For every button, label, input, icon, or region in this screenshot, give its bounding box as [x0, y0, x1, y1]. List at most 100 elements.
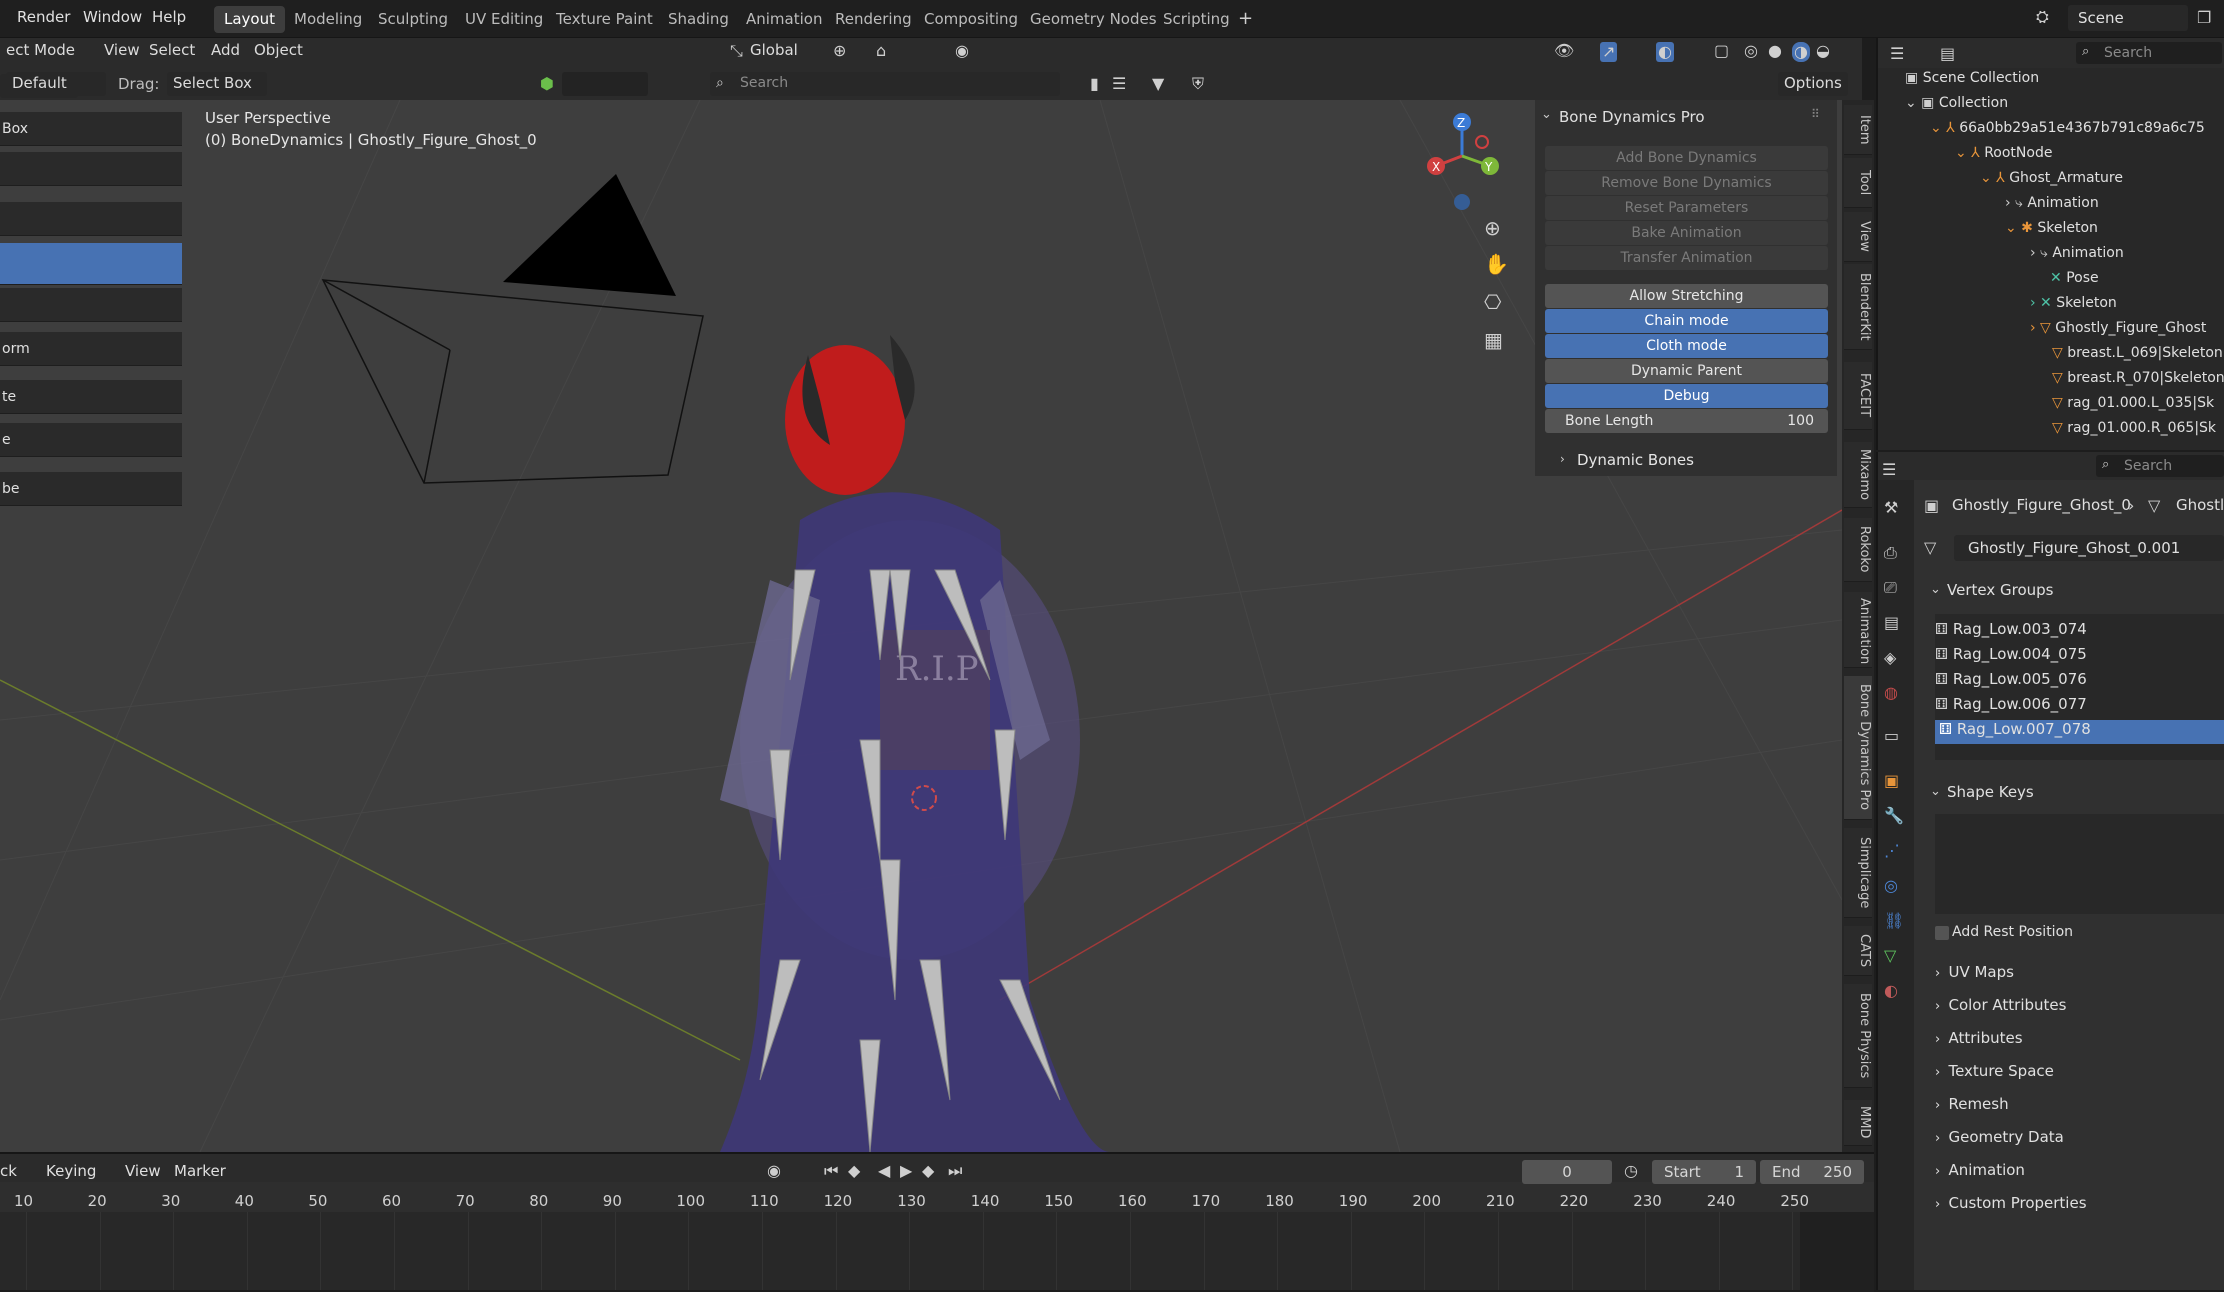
orientation-default-dropdown[interactable]: Default: [6, 72, 106, 96]
display-mode-icon[interactable]: ☰: [1112, 76, 1126, 92]
chevron-down-icon[interactable]: ⌄: [1930, 785, 1941, 798]
timeline-menu-view[interactable]: View: [125, 1162, 161, 1180]
outliner-row-scene-collection[interactable]: ▣ Scene Collection: [1905, 70, 2039, 95]
mesh-data-properties-icon[interactable]: ▽: [1884, 948, 1896, 964]
tab-rokoko[interactable]: Rokoko: [1844, 518, 1872, 582]
outliner-row-breast-r[interactable]: ▽ breast.R_070|Skeleton: [2052, 370, 2224, 395]
physics-properties-icon[interactable]: ◎: [1884, 878, 1898, 894]
panel-geometry-data[interactable]: › Geometry Data: [1935, 1128, 2064, 1158]
play-icon[interactable]: ▶: [900, 1163, 912, 1179]
camera-view-icon[interactable]: ⎔: [1484, 292, 1501, 312]
snap-icon[interactable]: ⌂: [876, 43, 886, 59]
cloth-mode-toggle[interactable]: Cloth mode: [1545, 334, 1828, 358]
object-properties-icon[interactable]: ▣: [1884, 773, 1899, 789]
shape-keys-header[interactable]: Shape Keys: [1947, 783, 2034, 801]
outliner-row-breast-l[interactable]: ▽ breast.L_069|Skeleton: [2052, 345, 2223, 370]
tab-layout[interactable]: Layout: [214, 6, 285, 33]
left-panel-item-1[interactable]: [0, 152, 182, 186]
panel-custom-properties[interactable]: › Custom Properties: [1935, 1194, 2087, 1224]
left-panel-item-7[interactable]: e: [0, 423, 182, 457]
tab-mmd[interactable]: MMD: [1844, 1100, 1872, 1146]
tab-shading[interactable]: Shading: [658, 6, 739, 33]
tab-faceit[interactable]: FACEIT: [1844, 362, 1872, 430]
outliner-row-animation[interactable]: › ⤷ Animation: [2005, 195, 2099, 220]
allow-stretching-toggle[interactable]: Allow Stretching: [1545, 284, 1828, 308]
tab-simplicage[interactable]: Simplicage: [1844, 828, 1872, 918]
xray-icon[interactable]: ▢: [1714, 43, 1729, 59]
gizmo-icon[interactable]: ↗: [1600, 42, 1618, 62]
transfer-animation-button[interactable]: Transfer Animation: [1545, 246, 1828, 270]
filter-icon[interactable]: ▼: [1152, 76, 1164, 92]
viewport-search-input[interactable]: ⌕ Search: [710, 72, 1060, 96]
scene-icon[interactable]: ⛭: [2036, 9, 2049, 25]
menu-help[interactable]: Help: [152, 8, 186, 26]
tab-texture-paint[interactable]: Texture Paint: [546, 6, 663, 33]
properties-editor-type-icon[interactable]: ☰: [1882, 462, 1896, 478]
outliner-display-mode-icon[interactable]: ▤: [1940, 46, 1955, 62]
vertex-groups-header[interactable]: Vertex Groups: [1947, 581, 2053, 599]
left-panel-item-4[interactable]: [0, 288, 182, 322]
left-panel-item-8[interactable]: be: [0, 472, 182, 506]
tab-uv-editing[interactable]: UV Editing: [455, 6, 553, 33]
outliner-row-root-empty[interactable]: ⌄ ⅄ 66a0bb29a51e4367b791c89a6c75: [1930, 120, 2205, 145]
next-keyframe-icon[interactable]: ◆: [922, 1163, 934, 1179]
drag-handle-icon[interactable]: ⠿: [1811, 108, 1820, 120]
panel-texture-space[interactable]: › Texture Space: [1935, 1062, 2054, 1092]
outliner-search-input[interactable]: ⌕ Search: [2076, 42, 2222, 64]
tab-cats[interactable]: CATS: [1844, 926, 1872, 976]
jump-end-icon[interactable]: ⏭: [948, 1163, 962, 1179]
chevron-down-icon[interactable]: ⌄: [1541, 108, 1552, 121]
menu-object[interactable]: Object: [248, 39, 309, 63]
panel-animation[interactable]: › Animation: [1935, 1161, 2025, 1191]
add-bone-dynamics-button[interactable]: Add Bone Dynamics: [1545, 146, 1828, 170]
outliner-row-ghost-armature[interactable]: ⌄ ⅄ Ghost_Armature: [1980, 170, 2123, 195]
properties-search-input[interactable]: ⌕ Search: [2096, 455, 2224, 477]
tab-sculpting[interactable]: Sculpting: [368, 6, 458, 33]
shield-icon[interactable]: ⛨: [1192, 76, 1204, 92]
timeline-menu-keying[interactable]: Keying: [46, 1162, 96, 1180]
collection-properties-icon[interactable]: ▭: [1884, 728, 1899, 744]
remove-bone-dynamics-button[interactable]: Remove Bone Dynamics: [1545, 171, 1828, 195]
dynamic-bones-subpanel[interactable]: Dynamic Bones: [1577, 451, 1694, 469]
chevron-down-icon[interactable]: ⌄: [1930, 583, 1941, 596]
mesh-name-field[interactable]: Ghostly_Figure_Ghost_0.001: [1954, 535, 2224, 561]
mesh-data-selector-icon[interactable]: ▽: [1924, 540, 1936, 556]
tab-blenderkit[interactable]: BlenderKit: [1844, 264, 1872, 350]
menu-render[interactable]: Render: [17, 8, 70, 26]
overlay-icon[interactable]: ◐: [1656, 42, 1674, 62]
outliner-row-skeleton-animation[interactable]: › ⤷ Animation: [2030, 245, 2124, 270]
rendered-shading-icon[interactable]: ◒: [1816, 43, 1830, 59]
start-frame-field[interactable]: Start 1: [1652, 1160, 1756, 1184]
visibility-icon[interactable]: 👁: [1554, 43, 1574, 59]
object-type-visibility-icon[interactable]: ⬢: [540, 76, 554, 92]
transform-orientation-dropdown[interactable]: Global: [744, 39, 804, 63]
panel-remesh[interactable]: › Remesh: [1935, 1095, 2009, 1125]
menu-add[interactable]: Add: [205, 39, 246, 63]
wireframe-shading-icon[interactable]: ◎: [1744, 43, 1758, 59]
world-properties-icon[interactable]: ◍: [1884, 685, 1898, 701]
modifier-properties-icon[interactable]: 🔧: [1884, 808, 1904, 824]
navigation-gizmo[interactable]: Z X Y: [1418, 106, 1508, 216]
bookmark-icon[interactable]: ▮: [1090, 76, 1099, 92]
outliner-editor-type-icon[interactable]: ☰: [1890, 46, 1904, 62]
bake-animation-button[interactable]: Bake Animation: [1545, 221, 1828, 245]
tab-bone-physics[interactable]: Bone Physics: [1844, 984, 1872, 1088]
3d-viewport[interactable]: R.I.P User Perspective (0) BoneDynamics …: [0, 100, 1842, 1152]
left-panel-item-active[interactable]: [0, 243, 182, 285]
dynamic-parent-toggle[interactable]: Dynamic Parent: [1545, 359, 1828, 383]
left-panel-item-2[interactable]: [0, 202, 182, 236]
tab-animation-side[interactable]: Animation: [1844, 592, 1872, 668]
options-dropdown[interactable]: Options: [1778, 72, 1848, 96]
constraints-properties-icon[interactable]: ⛓: [1884, 913, 1904, 929]
outliner-row-ghostly-figure[interactable]: › ▽ Ghostly_Figure_Ghost: [2030, 320, 2206, 345]
tab-mixamo[interactable]: Mixamo: [1844, 442, 1872, 508]
chevron-right-icon[interactable]: ›: [1560, 453, 1565, 465]
mode-selector[interactable]: ect Mode: [0, 39, 82, 63]
tab-compositing[interactable]: Compositing: [914, 6, 1028, 33]
timeline-menu-playback[interactable]: ck: [0, 1162, 17, 1180]
left-panel-item-5[interactable]: orm: [0, 332, 182, 366]
play-reverse-icon[interactable]: ◀: [878, 1163, 890, 1179]
outliner-row-rag-r[interactable]: ▽ rag_01.000.R_065|Sk: [2052, 420, 2216, 445]
bone-length-field[interactable]: Bone Length 100: [1545, 409, 1828, 433]
proportional-edit-icon[interactable]: ◉: [955, 43, 969, 59]
